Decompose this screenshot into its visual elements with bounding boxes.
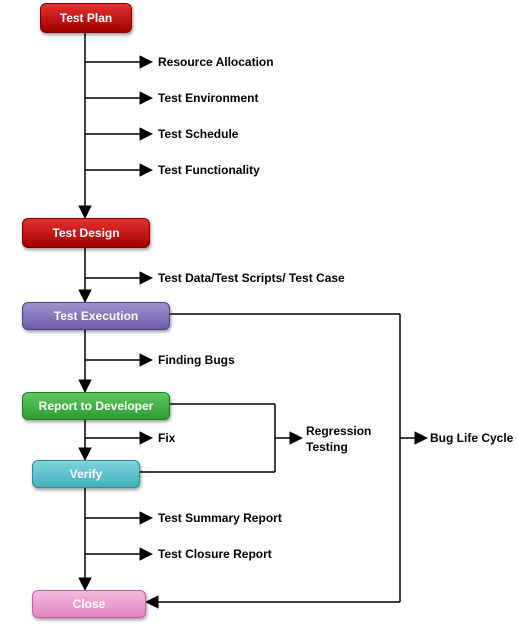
node-test-design: Test Design	[22, 218, 150, 248]
label-test-closure: Test Closure Report	[158, 547, 272, 561]
label-test-data: Test Data/Test Scripts/ Test Case	[158, 271, 345, 285]
label-test-environment: Test Environment	[158, 91, 258, 105]
label-test-functionality: Test Functionality	[158, 163, 260, 177]
label-finding-bugs: Finding Bugs	[158, 353, 235, 367]
node-test-plan: Test Plan	[40, 3, 132, 33]
node-verify: Verify	[32, 460, 140, 488]
label-regression-testing: Regression Testing	[306, 424, 386, 455]
label-bug-life-cycle: Bug Life Cycle	[430, 431, 513, 445]
label-test-schedule: Test Schedule	[158, 127, 238, 141]
label-fix: Fix	[158, 431, 175, 445]
node-close: Close	[32, 590, 146, 618]
node-report-to-developer: Report to Developer	[22, 392, 170, 420]
label-test-summary: Test Summary Report	[158, 511, 282, 525]
label-resource-allocation: Resource Allocation	[158, 55, 274, 69]
node-test-execution: Test Execution	[22, 302, 170, 330]
